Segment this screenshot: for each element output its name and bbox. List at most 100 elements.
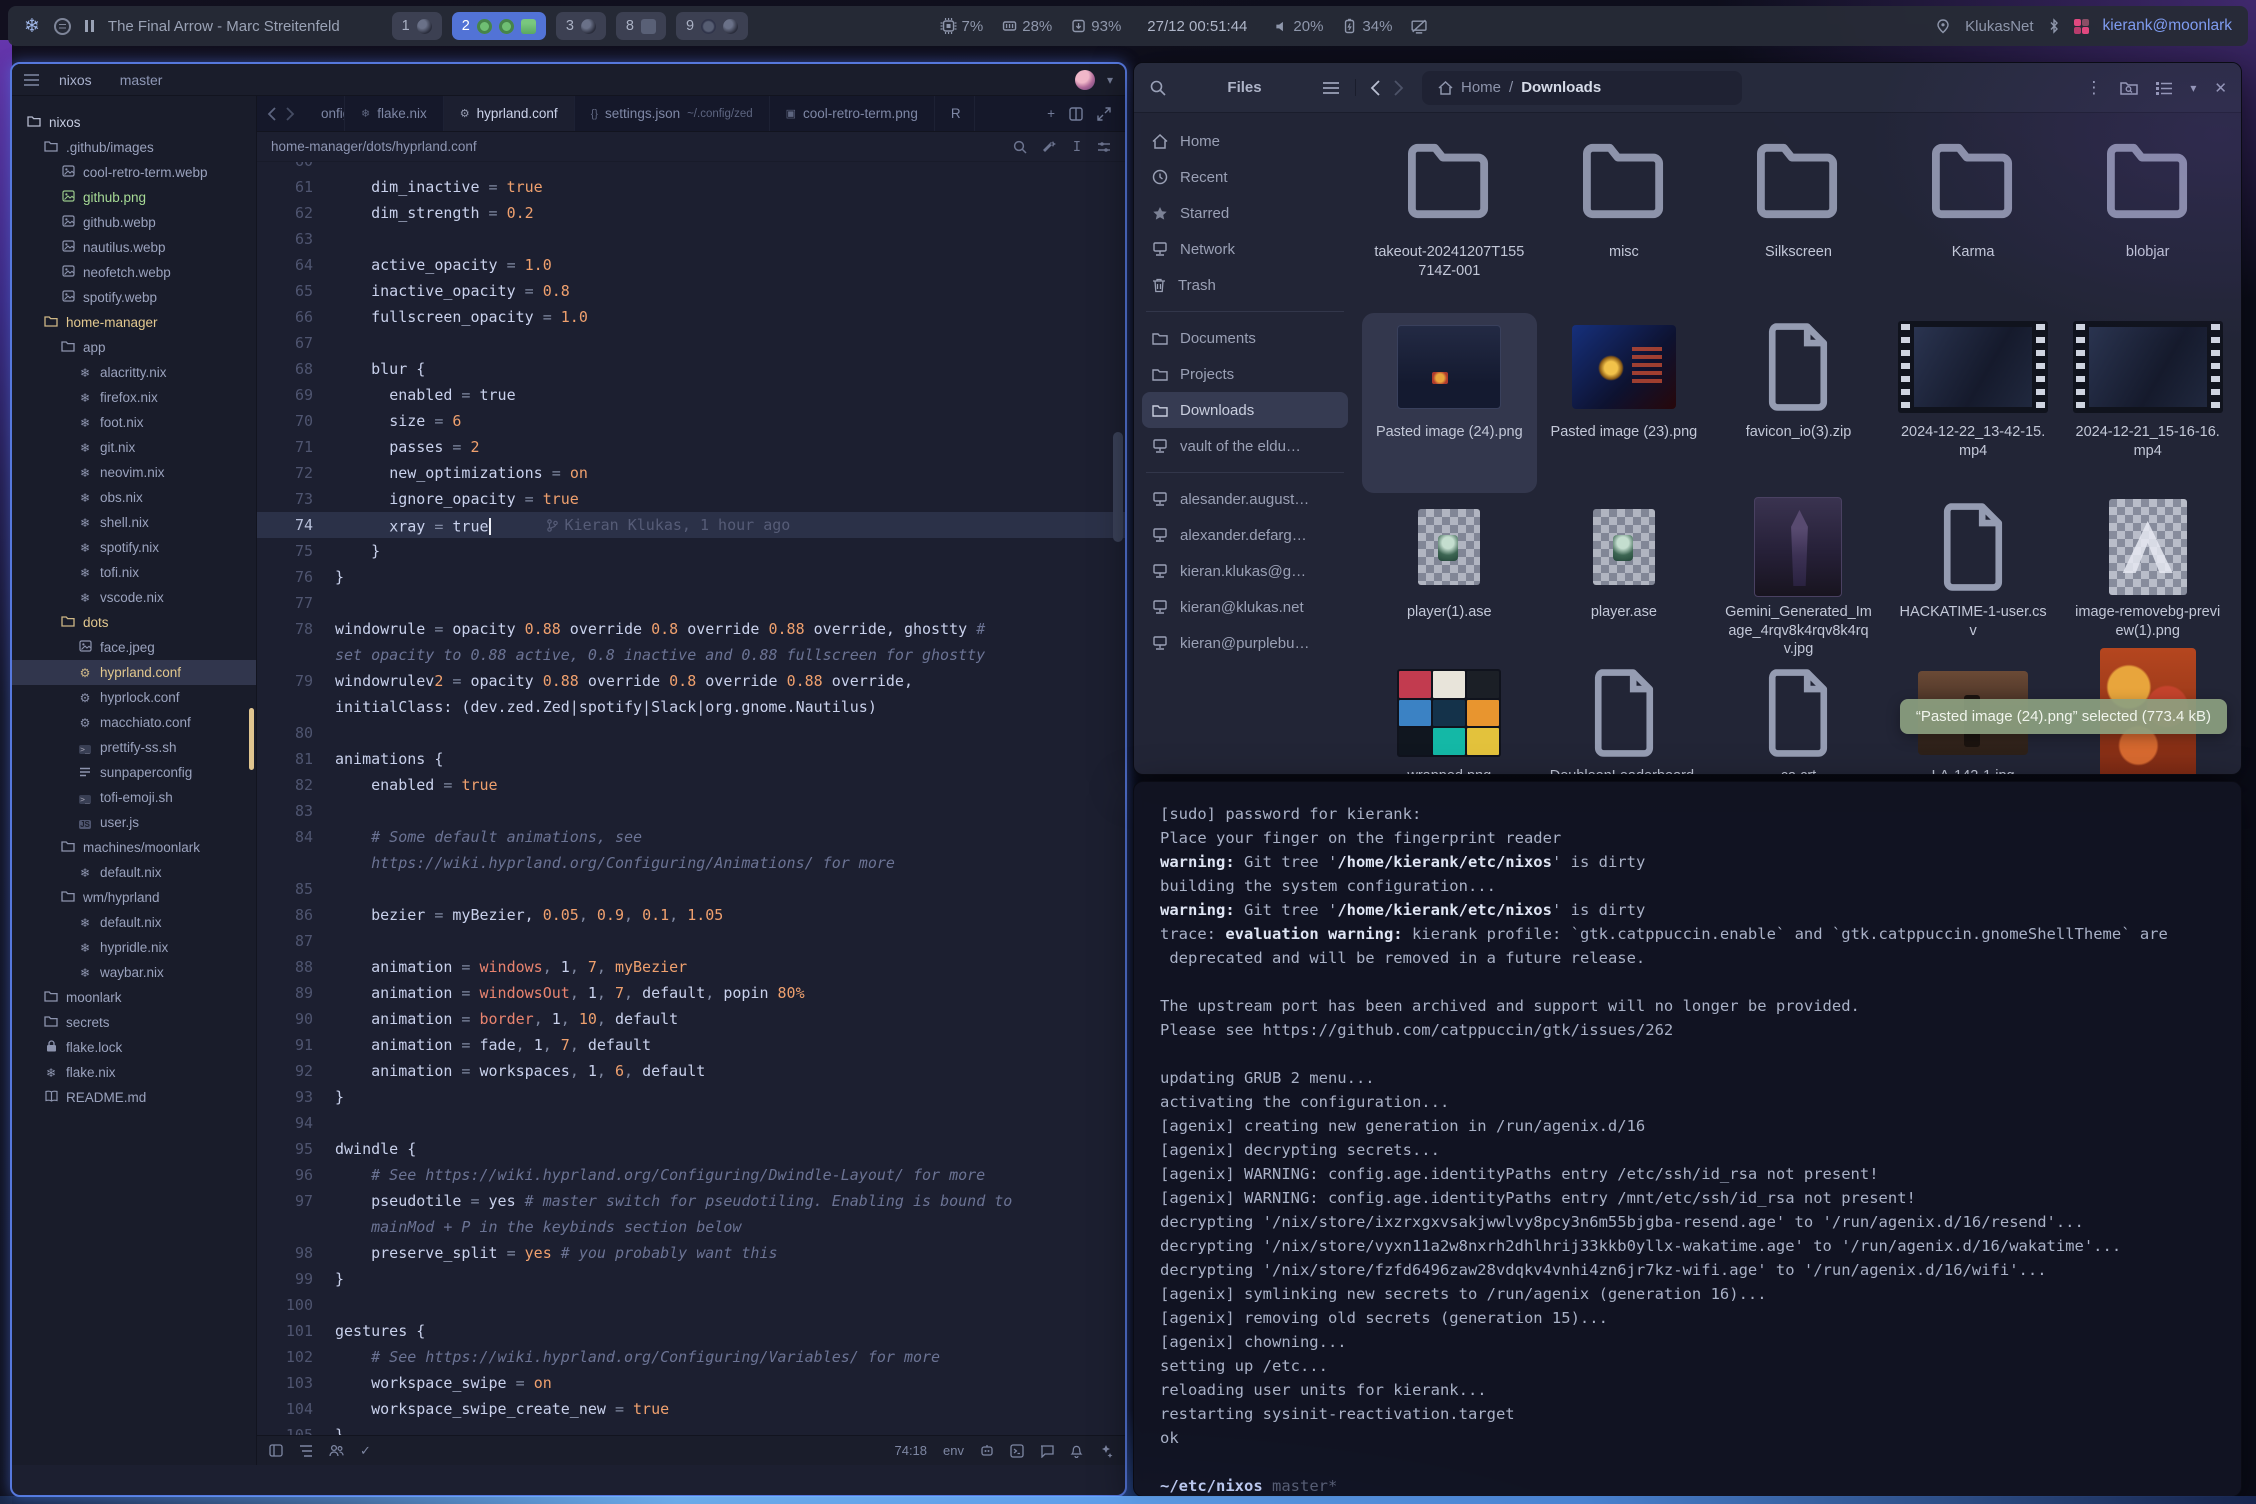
path-home[interactable]: Home: [1461, 79, 1501, 96]
sidebar-item-kieran-klukas-net[interactable]: kieran@klukas.net: [1142, 589, 1348, 625]
code-line[interactable]: 96 # See https://wiki.hyprland.org/Confi…: [257, 1162, 1125, 1188]
tree-item-macchiato.conf[interactable]: ⚙macchiato.conf: [12, 710, 256, 735]
code-line[interactable]: 87: [257, 928, 1125, 954]
tree-item-vscode.nix[interactable]: ❄vscode.nix: [12, 585, 256, 610]
file-Pasted image (24).png[interactable]: Pasted image (24).png: [1362, 313, 1537, 493]
code-line[interactable]: 68 blur {: [257, 356, 1125, 382]
tree-item-default.nix[interactable]: ❄default.nix: [12, 910, 256, 935]
code-line[interactable]: 91 animation = fade, 1, 7, default: [257, 1032, 1125, 1058]
terminal-panel-icon[interactable]: [1010, 1444, 1024, 1458]
code-line[interactable]: 93}: [257, 1084, 1125, 1110]
sidebar-item-documents[interactable]: Documents: [1142, 320, 1348, 356]
code-line[interactable]: 71 passes = 2: [257, 434, 1125, 460]
sidebar-item-downloads[interactable]: Downloads: [1142, 392, 1348, 428]
tree-item-git.nix[interactable]: ❄git.nix: [12, 435, 256, 460]
editor-controls-icon[interactable]: [1097, 139, 1111, 155]
language-selector[interactable]: env: [943, 1443, 964, 1458]
sidebar-item-projects[interactable]: Projects: [1142, 356, 1348, 392]
collab-panel-icon[interactable]: [329, 1444, 344, 1457]
code-line[interactable]: 78windowrule = opacity 0.88 override 0.8…: [257, 616, 1125, 642]
code-line[interactable]: 98 preserve_split = yes # you probably w…: [257, 1240, 1125, 1266]
tree-item-app[interactable]: app: [12, 335, 256, 360]
code-line[interactable]: 73 ignore_opacity = true: [257, 486, 1125, 512]
tree-item-home-manager[interactable]: home-manager: [12, 310, 256, 335]
code-line[interactable]: 83: [257, 798, 1125, 824]
file-ca.crt[interactable]: ca.crt: [1711, 661, 1886, 775]
tree-item-alacritty.nix[interactable]: ❄alacritty.nix: [12, 360, 256, 385]
tree-item-neovim.nix[interactable]: ❄neovim.nix: [12, 460, 256, 485]
breadcrumb[interactable]: home-manager/dots/hyprland.conf: [271, 139, 477, 154]
sidebar-item-home[interactable]: Home: [1142, 123, 1348, 159]
chat-icon[interactable]: [1040, 1444, 1054, 1458]
files-search-icon[interactable]: [1150, 80, 1166, 96]
workspace-8[interactable]: 8: [616, 12, 666, 40]
pause-icon[interactable]: [85, 20, 94, 32]
tree-item-waybar.nix[interactable]: ❄waybar.nix: [12, 960, 256, 985]
tree-item-hypridle.nix[interactable]: ❄hypridle.nix: [12, 935, 256, 960]
terminal-window[interactable]: [sudo] password for kierank:Place your f…: [1133, 781, 2242, 1497]
file-Gemini_Generated_Image_4rqv8k4rqv8k4rqv.jpg[interactable]: Gemini_Generated_Image_4rqv8k4rqv8k4rqv.…: [1711, 493, 1886, 661]
path-current[interactable]: Downloads: [1521, 79, 1601, 96]
editor-scrollbar[interactable]: [1113, 432, 1123, 542]
tree-item-hyprland.conf[interactable]: ⚙hyprland.conf: [12, 660, 256, 685]
panel-scrollbar[interactable]: [249, 708, 254, 770]
tab-hyprland.conf[interactable]: ⚙hyprland.conf: [444, 96, 575, 131]
code-line[interactable]: 82 enabled = true: [257, 772, 1125, 798]
code-line[interactable]: 60: [257, 162, 1125, 174]
sidebar-item-kieran-klukas-g-[interactable]: kieran.klukas@g…: [1142, 553, 1348, 589]
project-panel-toggle-icon[interactable]: [269, 1444, 283, 1457]
code-line[interactable]: 66 fullscreen_opacity = 1.0: [257, 304, 1125, 330]
sidebar-item-alesander-august-[interactable]: alesander.august…: [1142, 481, 1348, 517]
extensions-icon[interactable]: [1099, 1444, 1113, 1458]
tree-item-machines/moonlark[interactable]: machines/moonlark: [12, 835, 256, 860]
file-blobjar[interactable]: blobjar: [2060, 121, 2235, 313]
file-image-removebg-preview(1).png[interactable]: image-removebg-preview(1).png: [2060, 493, 2235, 661]
file-Karma[interactable]: Karma: [1886, 121, 2061, 313]
tree-item-sunpaperconfig[interactable]: sunpaperconfig: [12, 760, 256, 785]
code-line[interactable]: 81animations {: [257, 746, 1125, 772]
files-menu-icon[interactable]: [1323, 82, 1339, 94]
tree-item-nixos[interactable]: nixos: [12, 110, 256, 135]
code-line[interactable]: 80: [257, 720, 1125, 746]
now-playing[interactable]: The Final Arrow - Marc Streitenfeld: [108, 18, 340, 35]
tree-item-github.png[interactable]: github.png: [12, 185, 256, 210]
file-2024-12-21_15-16-16.mp4[interactable]: 2024-12-21_15-16-16.mp4: [2060, 313, 2235, 493]
code-line[interactable]: 101gestures {: [257, 1318, 1125, 1344]
tree-item-dots[interactable]: dots: [12, 610, 256, 635]
split-pane-icon[interactable]: [1069, 107, 1083, 121]
clock[interactable]: 27/12 00:51:44: [1147, 18, 1247, 35]
file-misc[interactable]: misc: [1537, 121, 1712, 313]
code-line[interactable]: 102 # See https://wiki.hyprland.org/Conf…: [257, 1344, 1125, 1370]
tree-item-github.webp[interactable]: github.webp: [12, 210, 256, 235]
code-line[interactable]: 88 animation = windows, 1, 7, myBezier: [257, 954, 1125, 980]
code-line[interactable]: 90 animation = border, 1, 10, default: [257, 1006, 1125, 1032]
code-line[interactable]: 94: [257, 1110, 1125, 1136]
code-line[interactable]: set opacity to 0.88 active, 0.8 inactive…: [257, 642, 1125, 668]
code-line[interactable]: 62 dim_strength = 0.2: [257, 200, 1125, 226]
zoom-pane-icon[interactable]: [1097, 107, 1111, 121]
bluetooth-icon[interactable]: [2048, 18, 2060, 34]
tree-item-neofetch.webp[interactable]: neofetch.webp: [12, 260, 256, 285]
code-line[interactable]: 86 bezier = myBezier, 0.05, 0.9, 0.1, 1.…: [257, 902, 1125, 928]
volume-stat[interactable]: 20%: [1273, 18, 1323, 35]
code-line[interactable]: 69 enabled = true: [257, 382, 1125, 408]
code-line[interactable]: 95dwindle {: [257, 1136, 1125, 1162]
code-line[interactable]: 76}: [257, 564, 1125, 590]
outline-panel-icon[interactable]: [299, 1445, 313, 1457]
file-takeout-20241207T155714Z-001[interactable]: takeout-20241207T155714Z-001: [1362, 121, 1537, 313]
code-line[interactable]: 97 pseudotile = yes # master switch for …: [257, 1188, 1125, 1214]
tree-item-foot.nix[interactable]: ❄foot.nix: [12, 410, 256, 435]
tree-item-wm/hyprland[interactable]: wm/hyprland: [12, 885, 256, 910]
code-line[interactable]: 74 xray = trueKieran Klukas, 1 hour ago: [257, 512, 1125, 538]
code-line[interactable]: 63: [257, 226, 1125, 252]
wifi-icon[interactable]: [1935, 18, 1951, 34]
keyboard-layout-icon[interactable]: [2074, 19, 2089, 34]
code-line[interactable]: 103 workspace_swipe = on: [257, 1370, 1125, 1396]
tree-item-.github/images[interactable]: .github/images: [12, 135, 256, 160]
new-tab-button[interactable]: +: [1047, 106, 1055, 121]
tree-item-firefox.nix[interactable]: ❄firefox.nix: [12, 385, 256, 410]
file-player(1).ase[interactable]: player(1).ase: [1362, 493, 1537, 661]
tree-item-face.jpeg[interactable]: face.jpeg: [12, 635, 256, 660]
code-line[interactable]: 79windowrulev2 = opacity 0.88 override 0…: [257, 668, 1125, 694]
tab-settings.json[interactable]: {}settings.json~/.config/zed: [575, 96, 770, 131]
